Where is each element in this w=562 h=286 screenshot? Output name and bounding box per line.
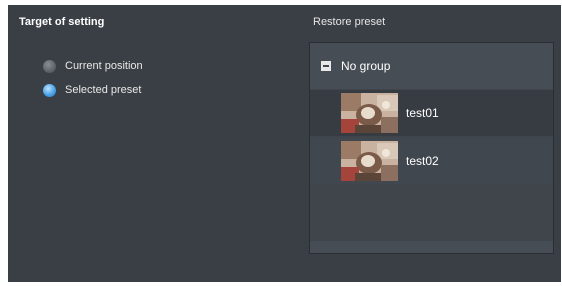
radio-button-unselected[interactable] <box>43 59 56 73</box>
restore-preset-heading: Restore preset <box>313 16 386 28</box>
radio-selected-preset[interactable]: Selected preset <box>43 82 141 98</box>
target-of-setting-heading: Target of setting <box>19 16 105 28</box>
thumbnail-photo-icon <box>341 141 398 181</box>
preset-thumbnail-image <box>341 93 398 133</box>
settings-panel: Target of setting Current position Selec… <box>8 5 561 282</box>
group-row-no-group[interactable]: No group <box>310 43 553 89</box>
preset-label: test02 <box>406 154 439 168</box>
radio-label-selected-preset: Selected preset <box>65 84 142 96</box>
list-footer-bar <box>310 241 553 253</box>
preset-label: test01 <box>406 106 439 120</box>
group-label: No group <box>341 59 391 73</box>
radio-label-current-position: Current position <box>65 60 143 72</box>
thumbnail-photo-icon <box>341 93 398 133</box>
preset-list: No group test01 test02 <box>309 42 554 254</box>
preset-thumbnail-image <box>341 141 398 181</box>
preset-row-test01[interactable]: test01 <box>310 90 553 136</box>
preset-row-test02[interactable]: test02 <box>310 138 553 184</box>
radio-button-selected[interactable] <box>43 83 56 97</box>
radio-current-position[interactable]: Current position <box>43 58 143 74</box>
collapse-icon[interactable] <box>321 61 331 71</box>
